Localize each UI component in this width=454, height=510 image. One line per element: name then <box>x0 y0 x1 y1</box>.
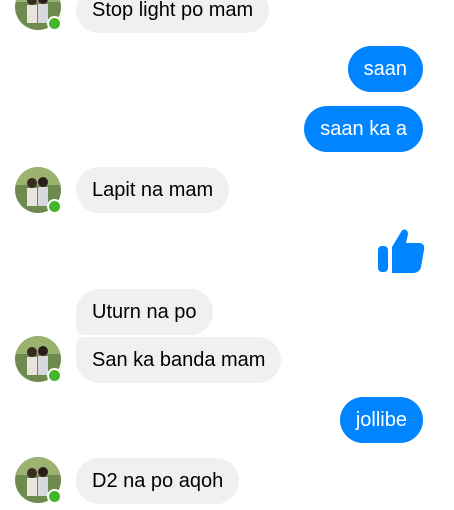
contact-avatar[interactable] <box>15 0 62 31</box>
online-status-dot <box>47 199 62 214</box>
incoming-message[interactable]: Uturn na po <box>76 289 213 335</box>
thumbs-up-icon[interactable] <box>377 226 425 274</box>
incoming-message[interactable]: Lapit na mam <box>76 167 230 213</box>
contact-avatar[interactable] <box>15 457 62 504</box>
outgoing-message[interactable]: saan ka a <box>304 106 423 152</box>
contact-avatar[interactable] <box>15 167 62 214</box>
online-status-dot <box>47 16 62 31</box>
message-thread: Stop light po mam saan saan ka a Lapit n… <box>0 0 454 510</box>
outgoing-message[interactable]: jollibe <box>339 397 423 443</box>
outgoing-message[interactable]: saan <box>347 46 423 92</box>
online-status-dot <box>47 368 62 383</box>
incoming-message[interactable]: San ka banda mam <box>76 337 282 383</box>
contact-avatar[interactable] <box>15 336 62 383</box>
incoming-message[interactable]: D2 na po aqoh <box>76 458 240 504</box>
online-status-dot <box>47 489 62 504</box>
incoming-message[interactable]: Stop light po mam <box>76 0 270 33</box>
